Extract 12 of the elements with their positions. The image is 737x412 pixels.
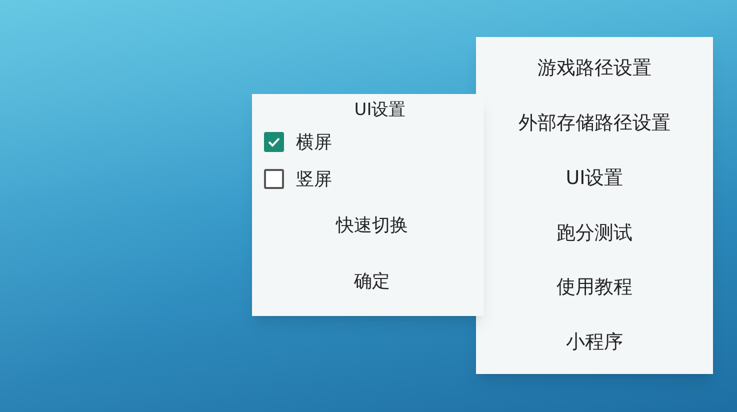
dialog-button[interactable]: 快速切换	[264, 198, 472, 254]
dialog-title: UI设置	[353, 99, 407, 122]
checkbox-option[interactable]: 竖屏	[264, 160, 472, 198]
menu-item[interactable]: 小程序	[476, 320, 713, 365]
option-label: 竖屏	[296, 168, 332, 192]
checkbox-option[interactable]: 横屏	[264, 124, 472, 160]
menu-item[interactable]: 游戏路径设置	[476, 46, 713, 91]
checkbox[interactable]	[264, 132, 284, 152]
dialog-button[interactable]: 确定	[264, 254, 472, 310]
check-icon	[267, 135, 281, 149]
checkbox[interactable]	[264, 169, 284, 189]
option-label: 横屏	[296, 130, 332, 154]
